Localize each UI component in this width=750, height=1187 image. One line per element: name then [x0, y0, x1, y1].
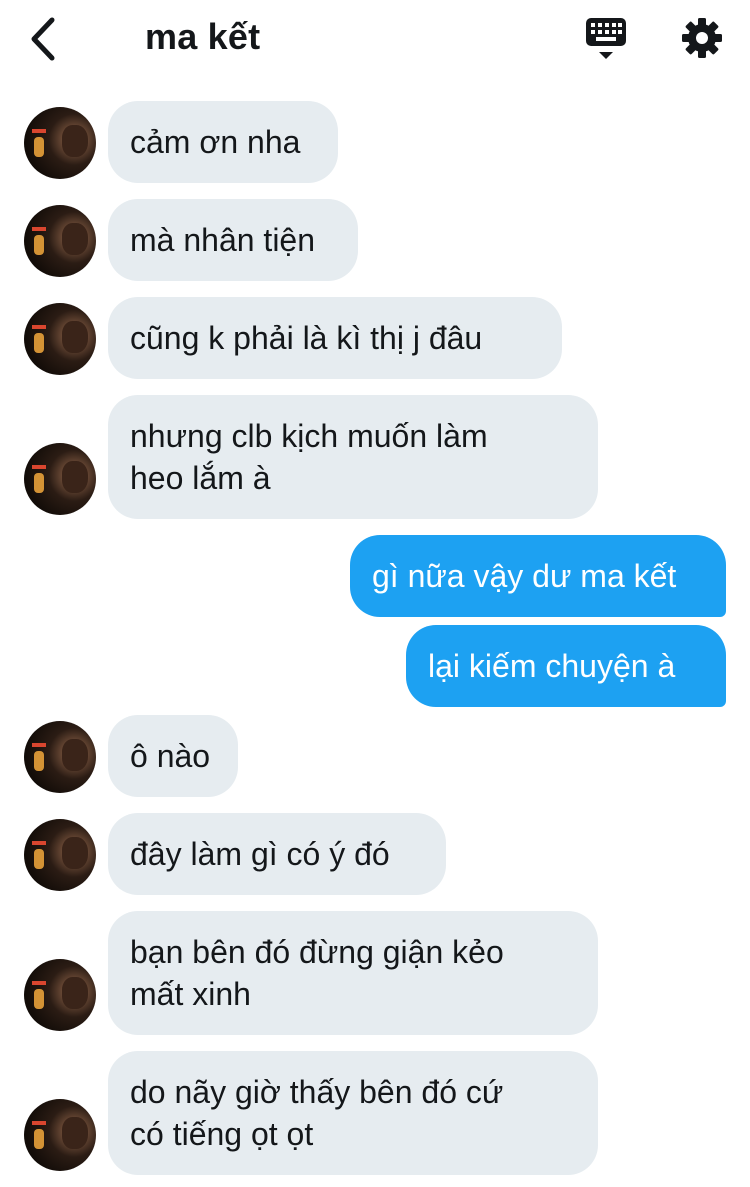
avatar-photo-detail [34, 333, 44, 353]
message-text-line: mà nhân tiện [130, 222, 316, 258]
message-thread: cảm ơn nha mà nhân tiện cũng k phải là kì … [0, 0, 750, 1187]
avatar[interactable] [24, 443, 96, 515]
avatar-photo-detail [32, 129, 46, 133]
avatar[interactable] [24, 303, 96, 375]
avatar-photo-detail [32, 325, 46, 329]
avatar[interactable] [24, 107, 96, 179]
avatar-photo-detail [62, 837, 88, 869]
avatar-photo-detail [34, 473, 44, 493]
avatar-photo-detail [32, 743, 46, 747]
incoming-message-bubble[interactable]: bạn bên đó đừng giận kẻo mất xinh [108, 911, 598, 1035]
incoming-message-bubble[interactable]: đây làm gì có ý đó [108, 813, 446, 895]
avatar-photo-detail [34, 849, 44, 869]
avatar-photo-detail [62, 461, 88, 493]
avatar-photo-detail [32, 1121, 46, 1125]
incoming-message-bubble[interactable]: ô nào [108, 715, 238, 797]
avatar[interactable] [24, 1099, 96, 1171]
avatar-photo-detail [32, 841, 46, 845]
avatar-photo-detail [32, 465, 46, 469]
avatar-photo-detail [62, 739, 88, 771]
avatar-photo-detail [62, 125, 88, 157]
avatar-photo-detail [62, 321, 88, 353]
avatar[interactable] [24, 205, 96, 277]
avatar-photo-detail [34, 137, 44, 157]
avatar[interactable] [24, 959, 96, 1031]
avatar-photo-detail [32, 981, 46, 985]
message-text-line: do nãy giờ thấy bên đó cứ [130, 1074, 504, 1110]
avatar[interactable] [24, 721, 96, 793]
message-text-line: cảm ơn nha [130, 124, 301, 160]
outgoing-message-bubble[interactable]: lại kiếm chuyện à [406, 625, 726, 707]
message-text-line: lại kiếm chuyện à [428, 648, 676, 684]
avatar-photo-detail [34, 989, 44, 1009]
outgoing-message-bubble[interactable]: gì nữa vậy dư ma kết [350, 535, 726, 617]
avatar-photo-detail [34, 1129, 44, 1149]
message-text-line: có tiếng ọt ọt [130, 1116, 314, 1152]
incoming-message-bubble[interactable]: cũng k phải là kì thị j đâu [108, 297, 562, 379]
message-text-line: bạn bên đó đừng giận kẻo [130, 934, 504, 970]
incoming-message-bubble[interactable]: do nãy giờ thấy bên đó cứ có tiếng ọt ọt [108, 1051, 598, 1175]
incoming-message-bubble[interactable]: cảm ơn nha [108, 101, 338, 183]
avatar-photo-detail [34, 751, 44, 771]
avatar-photo-detail [32, 227, 46, 231]
message-text-line: ô nào [130, 738, 211, 774]
message-text-line: nhưng clb kịch muốn làm [130, 418, 488, 454]
avatar-photo-detail [62, 223, 88, 255]
avatar-photo-detail [34, 235, 44, 255]
message-text-line: cũng k phải là kì thị j đâu [130, 320, 483, 356]
message-text-line: mất xinh [130, 976, 251, 1012]
message-text-line: heo lắm à [130, 460, 271, 496]
avatar[interactable] [24, 819, 96, 891]
incoming-message-bubble[interactable]: mà nhân tiện [108, 199, 358, 281]
message-text-line: đây làm gì có ý đó [130, 836, 390, 872]
avatar-photo-detail [62, 1117, 88, 1149]
message-text-line: gì nữa vậy dư ma kết [372, 558, 677, 594]
avatar-photo-detail [62, 977, 88, 1009]
incoming-message-bubble[interactable]: nhưng clb kịch muốn làm heo lắm à [108, 395, 598, 519]
